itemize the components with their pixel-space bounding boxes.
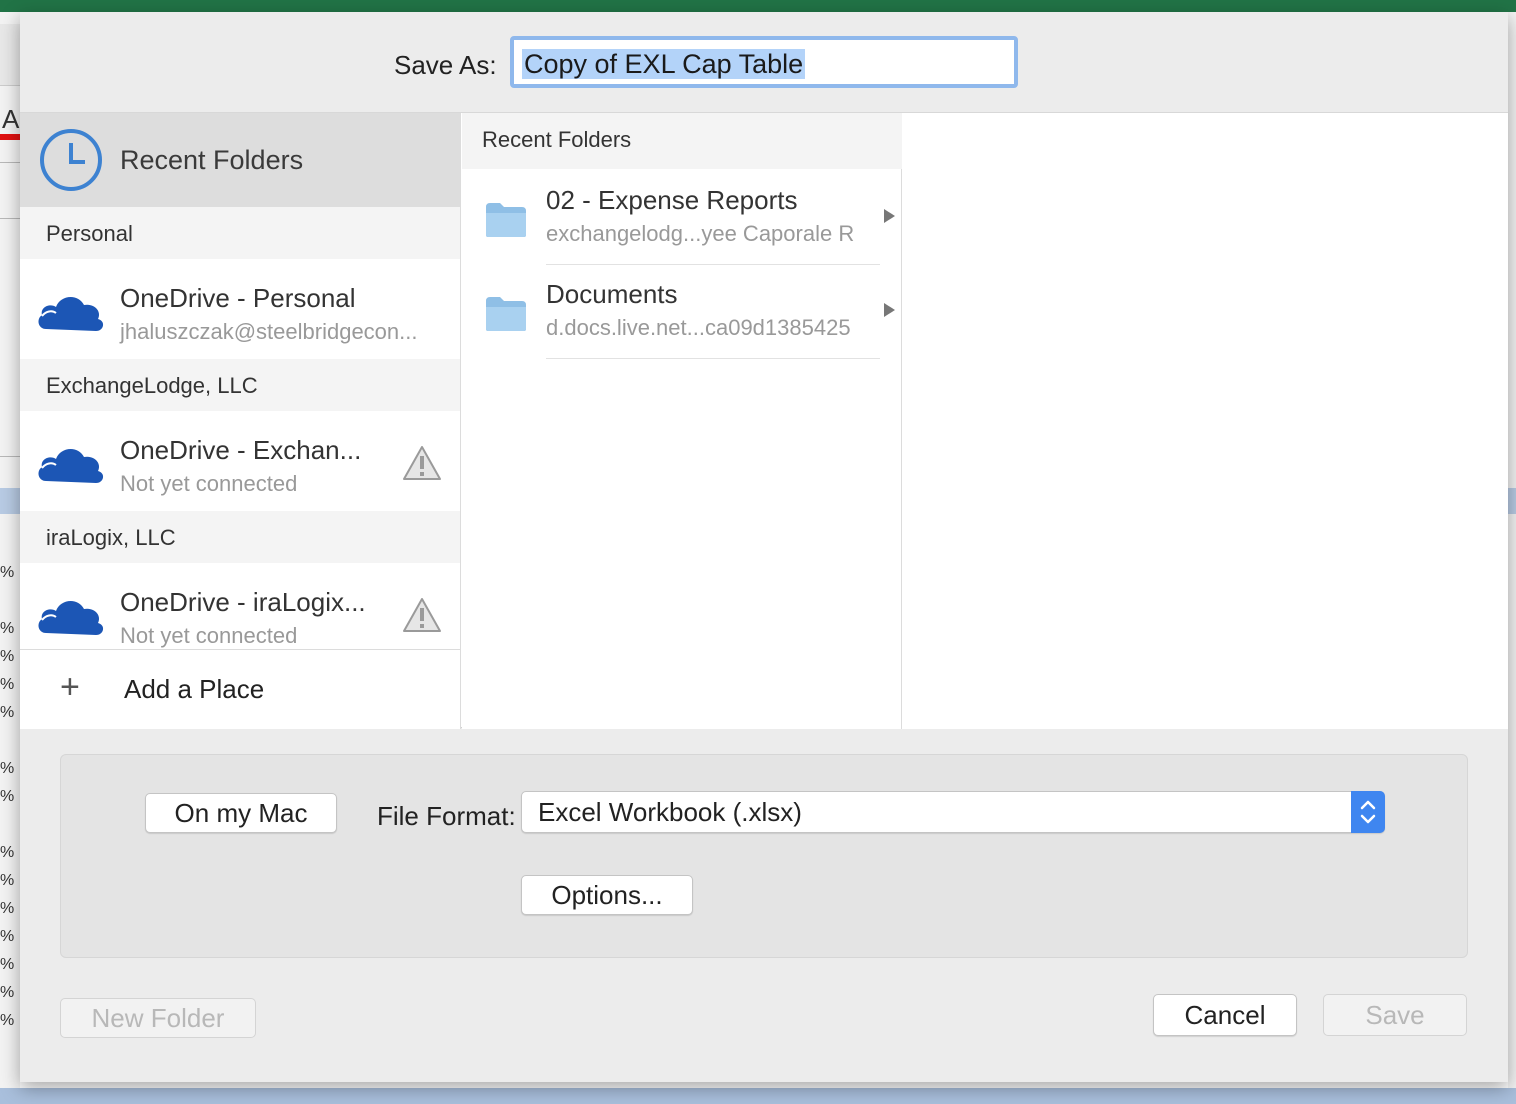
excel-cell-percent: % (0, 620, 15, 637)
excel-cell-percent: % (0, 984, 15, 1001)
warning-icon (403, 446, 441, 480)
clock-icon (40, 129, 102, 191)
excel-left-edge: A (0, 12, 20, 1088)
excel-gridline (0, 162, 20, 163)
excel-gridline (0, 218, 20, 219)
folder-row-expense-reports[interactable]: 02 - Expense Reports exchangelodg...yee … (462, 171, 902, 265)
folder-name: Documents (546, 279, 678, 309)
sidebar-item-onedrive-exchangelodge[interactable]: OneDrive - Exchan... Not yet connected (20, 415, 460, 511)
excel-cell-percent: % (0, 704, 15, 721)
excel-cell-percent: % (0, 956, 15, 973)
folder-path: d.docs.live.net...ca09d1385425 (546, 315, 851, 340)
excel-cell-percent: % (0, 928, 15, 945)
file-format-value: Excel Workbook (.xlsx) (538, 797, 802, 827)
save-options-panel: On my Mac File Format: Excel Workbook (.… (60, 754, 1468, 958)
row-divider (546, 358, 880, 359)
sidebar-item-name: OneDrive - Exchan... (120, 435, 362, 465)
sidebar-group-header: ExchangeLodge, LLC (20, 359, 460, 411)
sidebar-group-header: iraLogix, LLC (20, 511, 460, 563)
preview-pane (902, 113, 1508, 729)
sidebar-group-label: Personal (46, 221, 133, 246)
excel-cell-percent: % (0, 844, 15, 861)
sidebar-group-label: iraLogix, LLC (46, 525, 176, 550)
folder-icon (486, 203, 526, 237)
sidebar-group-header: Personal (20, 207, 460, 259)
recent-folders-header-label: Recent Folders (482, 127, 632, 152)
save-as-filename-text[interactable]: Copy of EXL Cap Table (522, 49, 806, 79)
excel-bottom-bar (0, 1088, 1516, 1104)
sidebar-item-status: Not yet connected (120, 471, 298, 496)
sidebar-item-account: jhaluszczak@steelbridgecon... (120, 319, 418, 344)
chevron-up-down-icon (1360, 800, 1376, 824)
excel-ribbon-edge (0, 24, 20, 86)
new-folder-button[interactable]: New Folder (60, 998, 256, 1038)
excel-cell-percent: % (0, 564, 15, 581)
excel-cell-percent: % (0, 1012, 15, 1029)
location-browser: Recent Folders Personal OneDrive - Perso… (20, 112, 1508, 729)
excel-right-edge (1508, 12, 1516, 1088)
chevron-right-icon (884, 209, 895, 223)
folder-path: exchangelodg...yee Caporale R (546, 221, 855, 246)
folder-name: 02 - Expense Reports (546, 185, 798, 215)
add-a-place-button[interactable]: + Add a Place (20, 649, 460, 729)
recent-folders-list: Recent Folders 02 - Expense Reports exch… (462, 113, 902, 729)
sidebar-item-status: Not yet connected (120, 623, 298, 648)
excel-font-color-letter: A (2, 104, 20, 134)
excel-title-bar (0, 0, 1516, 12)
sidebar-item-name: OneDrive - iraLogix... (120, 587, 366, 617)
excel-cell-percent: % (0, 900, 15, 917)
cancel-button[interactable]: Cancel (1153, 994, 1297, 1036)
onedrive-cloud-icon (38, 296, 104, 331)
save-button[interactable]: Save (1323, 994, 1467, 1036)
places-sidebar: Recent Folders Personal OneDrive - Perso… (20, 113, 461, 729)
sidebar-group-label: ExchangeLodge, LLC (46, 373, 258, 398)
save-as-label: Save As: (394, 50, 497, 80)
save-as-filename-field[interactable]: Copy of EXL Cap Table (510, 36, 1018, 88)
select-stepper[interactable] (1351, 791, 1385, 833)
options-button[interactable]: Options... (521, 875, 693, 915)
excel-font-color-bar (0, 134, 20, 140)
recent-folders-header: Recent Folders (462, 113, 902, 169)
onedrive-cloud-icon (38, 448, 104, 483)
sidebar-item-recent-folders[interactable]: Recent Folders (20, 113, 460, 207)
onedrive-cloud-icon (38, 600, 104, 635)
plus-icon: + (60, 668, 80, 706)
excel-cell-percent: % (0, 648, 15, 665)
sidebar-recent-label: Recent Folders (120, 145, 304, 175)
sidebar-item-onedrive-iralogix[interactable]: OneDrive - iraLogix... Not yet connected (20, 567, 460, 649)
excel-cell-percent: % (0, 760, 15, 777)
excel-header-band (0, 488, 20, 514)
chevron-right-icon (884, 303, 895, 317)
folder-icon (486, 297, 526, 331)
excel-header-band (1508, 488, 1516, 514)
sidebar-item-onedrive-personal[interactable]: OneDrive - Personal jhaluszczak@steelbri… (20, 263, 460, 359)
file-format-label: File Format: (377, 801, 516, 831)
warning-icon (403, 598, 441, 632)
file-format-select[interactable]: Excel Workbook (.xlsx) (521, 791, 1385, 833)
save-dialog: Save As: Copy of EXL Cap Table Recent Fo… (20, 12, 1508, 1082)
excel-gridline (0, 456, 20, 457)
sidebar-item-name: OneDrive - Personal (120, 283, 356, 313)
excel-cell-percent: % (0, 676, 15, 693)
on-my-mac-button[interactable]: On my Mac (145, 793, 337, 833)
excel-cell-percent: % (0, 788, 15, 805)
excel-cell-percent: % (0, 872, 15, 889)
folder-row-documents[interactable]: Documents d.docs.live.net...ca09d1385425 (462, 265, 902, 359)
add-a-place-label: Add a Place (124, 674, 265, 704)
